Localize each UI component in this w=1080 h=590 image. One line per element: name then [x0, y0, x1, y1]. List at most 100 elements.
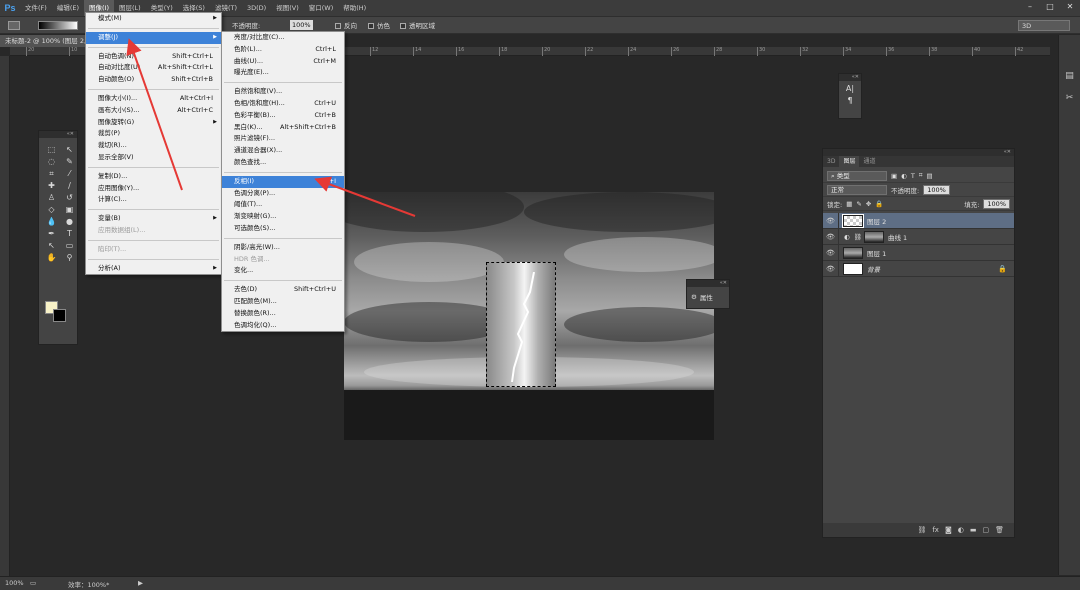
dither-checkbox[interactable]	[368, 23, 374, 29]
stamp-icon[interactable]: ♙	[43, 192, 60, 203]
gradient-preview[interactable]	[38, 21, 78, 30]
blur-icon[interactable]: 💧	[43, 216, 60, 227]
move-icon[interactable]: ↖	[61, 144, 78, 155]
adjust-menu-item[interactable]: 色相/饱和度(H)... Ctrl+U	[222, 98, 344, 110]
transparency-checkbox[interactable]	[400, 23, 406, 29]
adjust-menu-item[interactable]: 色阶(L)... Ctrl+L	[222, 44, 344, 56]
adjust-menu-item[interactable]: 阴影/高光(W)...	[222, 242, 344, 254]
image-menu-item[interactable]: 画布大小(S)... Alt+Ctrl+C	[86, 105, 221, 117]
adjust-menu-item[interactable]: 曝光度(E)...	[222, 67, 344, 79]
tab-3d[interactable]: 3D	[823, 156, 839, 167]
panel-header[interactable]: «✕	[823, 149, 1014, 156]
healing-icon[interactable]: ✚	[43, 180, 60, 191]
image-menu-item[interactable]: 图像大小(I)... Alt+Ctrl+I	[86, 93, 221, 105]
menu-view[interactable]: 视图(V)	[271, 0, 304, 16]
layer-row[interactable]: 👁 ◐ ⛓ 曲线 1	[823, 228, 1014, 245]
add-mask-icon[interactable]: ◙	[945, 526, 952, 534]
adjust-menu-item[interactable]: 曲线(U)... Ctrl+M	[222, 56, 344, 68]
menu-edit[interactable]: 编辑(E)	[52, 0, 84, 16]
lasso-icon[interactable]: ◌	[43, 156, 60, 167]
document-tab[interactable]: 未标题-2 @ 100% (图层 2, RGB/8)	[0, 35, 85, 47]
layer-row[interactable]: 👁 背景 🔒	[823, 260, 1014, 277]
adjust-menu-item[interactable]: 变化...	[222, 265, 344, 277]
hand-icon[interactable]: ✋	[43, 252, 60, 263]
tab-channels[interactable]: 通道	[859, 156, 879, 167]
maximize-icon[interactable]: □	[1040, 0, 1060, 14]
image-menu-item[interactable]: 显示全部(V)	[86, 152, 221, 164]
filter-pixel-icon[interactable]: ▣	[891, 172, 897, 180]
crop-icon[interactable]: ⌗	[43, 168, 60, 179]
image-menu-item[interactable]: 图像旋转(G) ▶	[86, 117, 221, 129]
new-group-icon[interactable]: ▬	[970, 526, 977, 534]
adjust-menu-item[interactable]: 渐变映射(G)...	[222, 211, 344, 223]
menu-file[interactable]: 文件(F)	[20, 0, 52, 16]
close-icon[interactable]: ✕	[1060, 0, 1080, 14]
adjust-menu-item[interactable]: 色调分离(P)...	[222, 188, 344, 200]
adjust-menu-item[interactable]: 亮度/对比度(C)...	[222, 32, 344, 44]
dodge-icon[interactable]: ●	[61, 216, 78, 227]
fill-field[interactable]: 100%	[983, 198, 1010, 209]
eyedropper-icon[interactable]: ⁄	[61, 168, 78, 179]
adjust-menu-item[interactable]: 色彩平衡(B)... Ctrl+B	[222, 110, 344, 122]
brush-icon[interactable]: ∕	[61, 180, 78, 191]
minimize-icon[interactable]: –	[1020, 0, 1040, 14]
eraser-icon[interactable]: ◇	[43, 204, 60, 215]
adjust-menu-item[interactable]: 色调均化(Q)...	[222, 320, 344, 332]
eye-icon[interactable]: 👁	[823, 212, 839, 229]
document-canvas[interactable]	[344, 192, 714, 440]
image-menu-item[interactable]: 调整(J) ▶	[86, 31, 221, 44]
paragraph-icon[interactable]: ¶	[839, 96, 861, 105]
adjust-menu-item[interactable]: 阈值(T)...	[222, 199, 344, 211]
panel-header[interactable]: «✕	[687, 280, 729, 287]
image-menu-item[interactable]: 变量(B) ▶	[86, 213, 221, 225]
dither-option[interactable]: 仿色	[368, 20, 390, 30]
pen-icon[interactable]: ✒	[43, 228, 60, 239]
adjust-menu-item[interactable]: 匹配颜色(M)...	[222, 296, 344, 308]
layer-filter-select[interactable]: ⌕ 类型	[827, 170, 887, 181]
image-menu-item[interactable]: 复制(D)...	[86, 171, 221, 183]
menu-window[interactable]: 窗口(W)	[304, 0, 339, 16]
zoom-icon[interactable]: ⚲	[61, 252, 78, 263]
image-menu-item[interactable]: 自动色调(N) Shift+Ctrl+L	[86, 51, 221, 63]
adjust-menu-item[interactable]: 黑白(K)... Alt+Shift+Ctrl+B	[222, 122, 344, 134]
image-menu-item[interactable]: 裁剪(P)	[86, 128, 221, 140]
layer-row[interactable]: 👁 图层 2	[823, 212, 1014, 229]
quick-select-icon[interactable]: ✎	[61, 156, 78, 167]
gradient-icon[interactable]: ▣	[61, 204, 78, 215]
opacity-field[interactable]: 100%	[290, 20, 313, 30]
panel-header[interactable]: «✕	[839, 74, 861, 81]
lock-paint-icon[interactable]: ✎	[856, 200, 861, 208]
adjust-menu-item[interactable]: 通道混合器(X)...	[222, 145, 344, 157]
delete-layer-icon[interactable]: 🗑	[995, 526, 1004, 534]
image-menu-item[interactable]: 裁切(R)...	[86, 140, 221, 152]
tool-preset-icon[interactable]	[8, 21, 20, 30]
image-menu-item[interactable]: 计算(C)...	[86, 194, 221, 206]
adjust-menu-item[interactable]: 照片滤镜(F)...	[222, 133, 344, 145]
filter-type-icon[interactable]: T	[911, 172, 915, 180]
transparency-option[interactable]: 透明区域	[400, 20, 435, 30]
filter-smart-icon[interactable]: ▤	[926, 172, 932, 180]
link-layers-icon[interactable]: ⛓	[917, 526, 926, 534]
shape-icon[interactable]: ▭	[61, 240, 78, 251]
filter-shape-icon[interactable]: ⌗	[919, 171, 923, 180]
eye-icon[interactable]: 👁	[823, 260, 839, 277]
status-icon[interactable]: ▭	[30, 579, 36, 587]
toolbox-header[interactable]: «✕	[39, 131, 77, 138]
history-icon[interactable]: ▤	[1062, 71, 1078, 85]
filter-adjust-icon[interactable]: ◐	[901, 172, 907, 180]
lock-all-icon[interactable]: 🔒	[875, 200, 883, 208]
menu-3d[interactable]: 3D(D)	[242, 0, 271, 16]
workspace-select[interactable]: 3D	[1018, 20, 1070, 31]
eye-icon[interactable]: 👁	[823, 228, 839, 245]
adjust-menu-item[interactable]: 去色(D) Shift+Ctrl+U	[222, 284, 344, 296]
tab-layers[interactable]: 图层	[839, 156, 860, 167]
properties-button[interactable]: ⚙ 属性	[687, 287, 729, 307]
image-menu-item[interactable]: 模式(M) ▶	[86, 13, 221, 25]
reverse-checkbox[interactable]	[335, 23, 341, 29]
lock-move-icon[interactable]: ✥	[866, 200, 871, 208]
status-arrow-icon[interactable]: ▶	[138, 579, 143, 587]
layer-opacity-field[interactable]: 100%	[923, 184, 950, 195]
character-icon[interactable]: A|	[839, 84, 861, 93]
type-icon[interactable]: T	[61, 228, 78, 239]
adjust-menu-item[interactable]: 自然饱和度(V)...	[222, 86, 344, 98]
